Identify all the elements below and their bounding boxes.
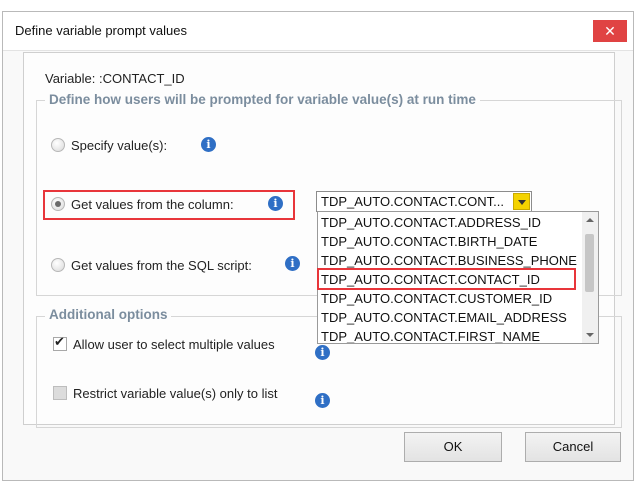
- selected-item-highlight: [317, 268, 576, 290]
- scrollbar-thumb[interactable]: [585, 234, 594, 292]
- list-item[interactable]: TDP_AUTO.CONTACT.FIRST_NAME: [321, 327, 540, 343]
- allow-multiple-info-icon[interactable]: i: [315, 345, 330, 360]
- close-button[interactable]: ✕: [593, 20, 627, 42]
- specify-values-label[interactable]: Specify value(s):: [71, 138, 167, 153]
- allow-multiple-label[interactable]: Allow user to select multiple values: [73, 337, 275, 352]
- list-item[interactable]: TDP_AUTO.CONTACT.BIRTH_DATE: [321, 232, 537, 252]
- specify-values-radio[interactable]: [51, 138, 65, 152]
- scroll-up-icon[interactable]: [586, 218, 594, 222]
- variable-label: Variable: :CONTACT_ID: [45, 71, 185, 86]
- dialog-title: Define variable prompt values: [15, 23, 187, 38]
- column-values-radio[interactable]: [51, 197, 65, 211]
- scroll-down-icon[interactable]: [586, 333, 594, 337]
- list-item[interactable]: TDP_AUTO.CONTACT.EMAIL_ADDRESS: [321, 308, 567, 328]
- sql-script-radio[interactable]: [51, 258, 65, 272]
- column-values-info-icon[interactable]: i: [268, 196, 283, 211]
- restrict-to-list-checkbox[interactable]: [53, 386, 67, 400]
- specify-values-info-icon[interactable]: i: [201, 137, 216, 152]
- sql-script-label[interactable]: Get values from the SQL script:: [71, 258, 252, 273]
- title-bar: Define variable prompt values ✕: [3, 12, 633, 51]
- column-select-value: TDP_AUTO.CONTACT.CONT...: [321, 194, 504, 209]
- sql-script-info-icon[interactable]: i: [285, 256, 300, 271]
- dropdown-scrollbar[interactable]: [582, 212, 598, 343]
- restrict-to-list-label[interactable]: Restrict variable value(s) only to list: [73, 386, 277, 401]
- chevron-down-icon[interactable]: [513, 193, 530, 210]
- list-item[interactable]: TDP_AUTO.CONTACT.CUSTOMER_ID: [321, 289, 552, 309]
- prompt-group-title: Define how users will be prompted for va…: [45, 92, 480, 107]
- ok-button[interactable]: OK: [404, 432, 502, 462]
- cancel-button[interactable]: Cancel: [525, 432, 621, 462]
- allow-multiple-checkbox[interactable]: [53, 335, 67, 351]
- additional-options-title: Additional options: [45, 307, 172, 322]
- column-select[interactable]: TDP_AUTO.CONTACT.CONT...: [316, 191, 532, 212]
- list-item[interactable]: TDP_AUTO.CONTACT.ADDRESS_ID: [321, 213, 541, 233]
- column-values-label[interactable]: Get values from the column:: [71, 197, 234, 212]
- restrict-to-list-info-icon[interactable]: i: [315, 393, 330, 408]
